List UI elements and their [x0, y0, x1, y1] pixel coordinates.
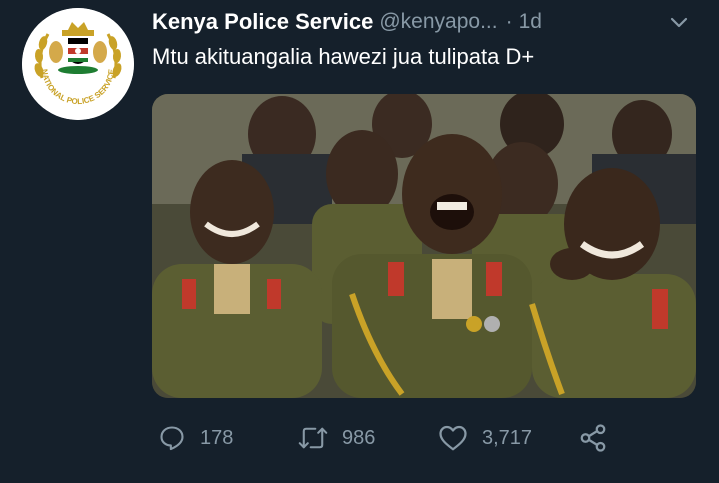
separator-dot: ·	[505, 10, 513, 33]
author-handle[interactable]: @kenyapo...	[379, 10, 497, 34]
avatar[interactable]: NATIONAL POLICE SERVICE	[22, 8, 134, 120]
tweet-header: Kenya Police Service @kenyapo... · 1d	[152, 6, 697, 38]
reply-icon	[160, 426, 184, 451]
retweet-icon	[298, 427, 328, 449]
more-options-button[interactable]	[667, 10, 691, 34]
tweet-text: Mtu akituangalia hawezi jua tulipata D+	[152, 44, 535, 69]
officers-photo	[152, 94, 696, 398]
tweet-photo[interactable]	[152, 94, 696, 398]
reply-count: 178	[200, 426, 234, 449]
retweet-button[interactable]: 986	[298, 420, 375, 456]
kenya-police-emblem-icon: NATIONAL POLICE SERVICE	[22, 8, 134, 120]
share-button[interactable]	[578, 420, 608, 456]
tweet-timestamp[interactable]: 1d	[519, 10, 542, 34]
chevron-down-icon	[670, 17, 688, 28]
action-bar: 178 986 3,717	[152, 420, 697, 456]
tweet-card[interactable]: NATIONAL POLICE SERVICE Kenya Police Ser…	[0, 0, 719, 483]
like-count: 3,717	[482, 426, 533, 449]
share-icon	[580, 424, 606, 452]
retweet-count: 986	[342, 426, 376, 449]
heart-icon	[439, 425, 467, 451]
reply-button[interactable]: 178	[158, 420, 233, 456]
like-button[interactable]: 3,717	[438, 420, 532, 456]
author-name[interactable]: Kenya Police Service	[152, 9, 373, 35]
